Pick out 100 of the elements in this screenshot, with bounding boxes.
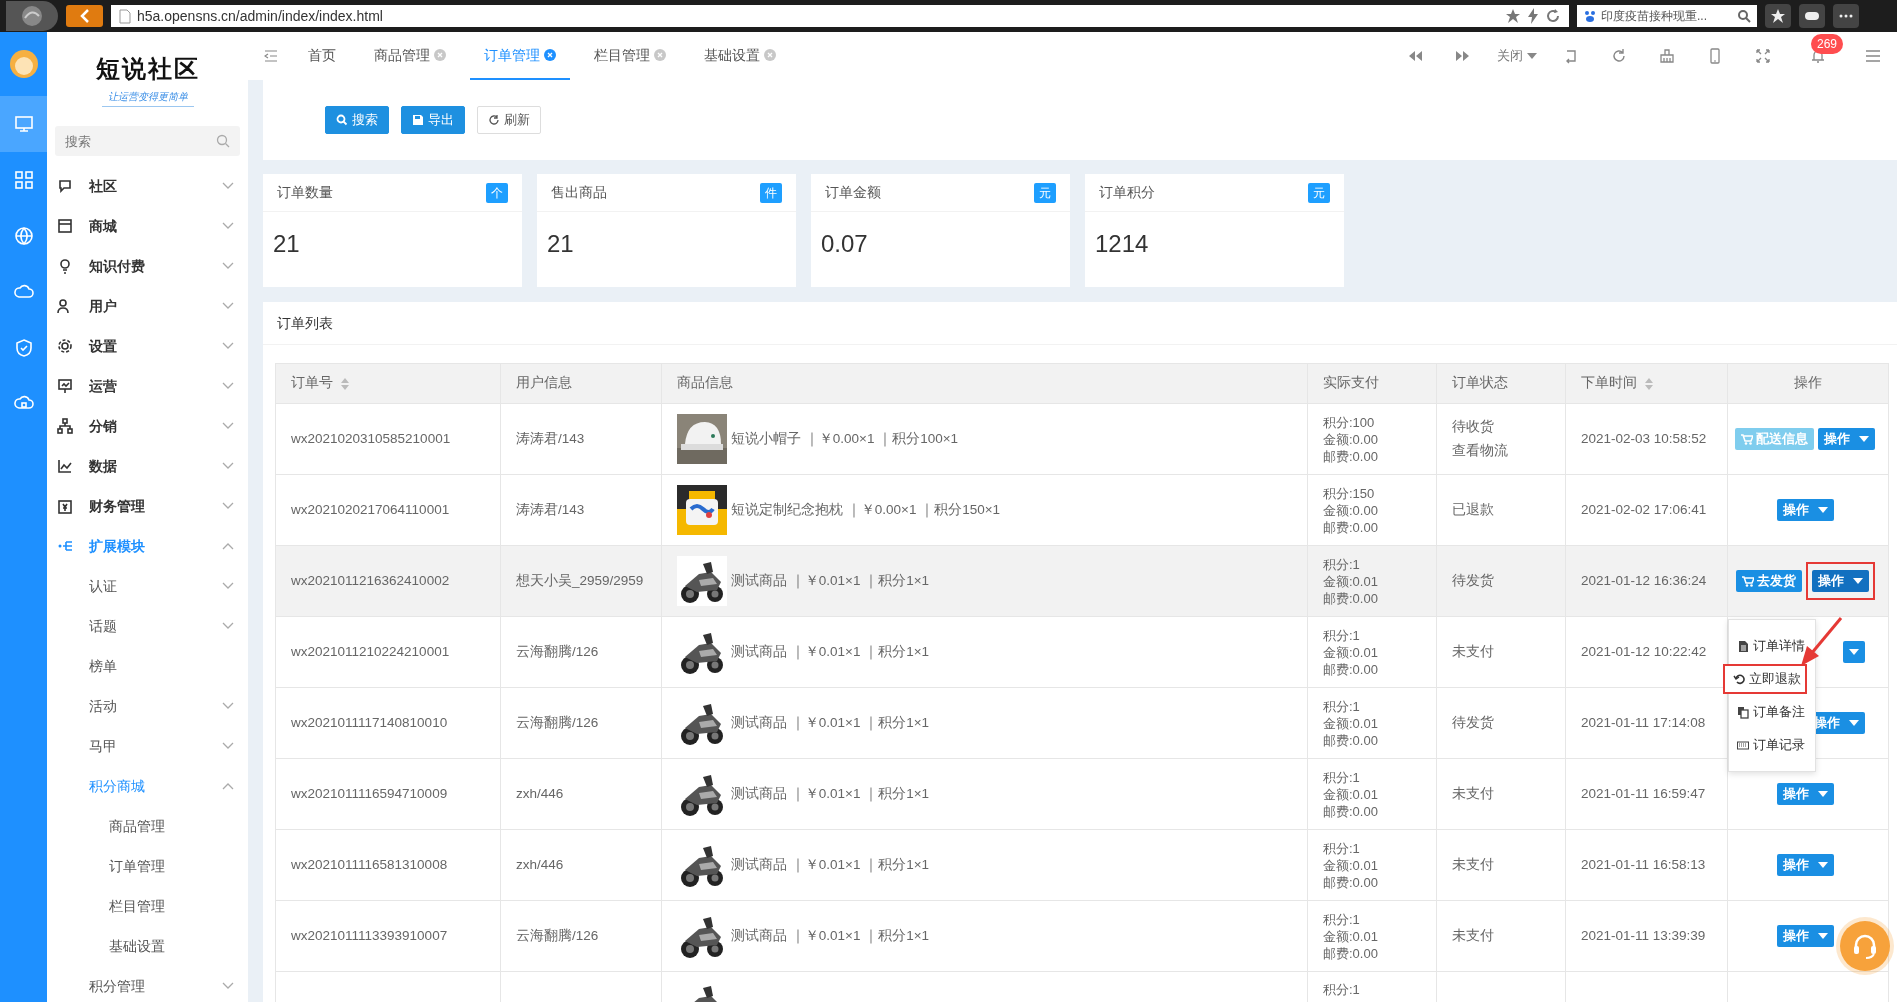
order-number: wx2021011210224210001 (275, 616, 501, 688)
user-info: 涛涛君/143 (500, 403, 662, 475)
product-info: 测试商品 ｜￥0.01×1 ｜积分1×1 (731, 926, 930, 946)
payment-line: 邮费:0.00 (1323, 518, 1379, 536)
column-header[interactable]: 下单时间 (1565, 363, 1728, 404)
sidebar-item[interactable]: 社区 (47, 166, 248, 206)
payment-line: 金额:0.00 (1323, 430, 1379, 448)
search-icon (336, 114, 348, 126)
reload-icon[interactable] (1545, 8, 1561, 24)
line-chart-icon (57, 458, 73, 474)
refresh-icon (1611, 48, 1627, 64)
unit-tag: 元 (1308, 182, 1330, 203)
payment-line: 金额:0.00 (1323, 501, 1379, 519)
close-icon[interactable] (764, 49, 776, 61)
sidebar-item[interactable]: 马甲 (47, 726, 248, 766)
tab[interactable]: 栏目管理 (580, 32, 680, 80)
cart-icon (1741, 433, 1753, 445)
column-header[interactable]: 订单号 (275, 363, 501, 404)
caret-icon (1817, 933, 1828, 939)
refresh-button[interactable]: 刷新 (477, 106, 541, 134)
caret-icon (1817, 507, 1828, 513)
search-field[interactable]: 搜索 (55, 126, 240, 156)
sidebar-item[interactable]: 知识付费 (47, 246, 248, 286)
lightning-icon[interactable] (1527, 8, 1539, 24)
sidebar-item[interactable]: 话题 (47, 606, 248, 646)
calendar-icon (57, 498, 73, 514)
document-icon (1737, 639, 1749, 653)
product-info: 短说定制纪念抱枕 ｜￥0.00×1 ｜积分150×1 (731, 500, 1001, 520)
actions-dropdown-button[interactable] (1843, 641, 1865, 663)
order-status: 待发货 (1452, 714, 1495, 732)
sidebar-item[interactable]: 商品管理 (47, 806, 248, 846)
menu-item[interactable]: 立即退款 (1723, 664, 1807, 694)
browser-logo-icon[interactable] (20, 4, 44, 28)
undo-icon (1733, 672, 1745, 686)
back-button[interactable] (66, 5, 103, 27)
broom-icon (1659, 48, 1675, 64)
column-header: 操作 (1727, 363, 1889, 404)
sidebar-item[interactable]: 认证 (47, 566, 248, 606)
grid-icon[interactable] (13, 170, 34, 190)
sidebar-item[interactable]: 设置 (47, 326, 248, 366)
payment-line: 积分:100 (1323, 413, 1376, 431)
user-info: 涛涛君/143 (500, 474, 662, 546)
close-icon[interactable] (544, 49, 556, 61)
product-info: 测试商品 ｜￥0.01×1 ｜积分1×1 (731, 713, 930, 733)
caret-icon (1527, 53, 1537, 59)
sidebar-item[interactable]: 用户 (47, 286, 248, 326)
sidebar-item[interactable]: 分销 (47, 406, 248, 446)
tab[interactable]: 首页 (294, 32, 350, 80)
cart-icon (1741, 575, 1754, 587)
order-time: 2021-01-11 13:39:39 (1565, 900, 1728, 972)
product-info: 测试商品 ｜￥0.01×1 ｜积分1×1 (731, 571, 930, 591)
sidebar-item[interactable]: 积分管理 (47, 966, 248, 1002)
payment-line: 金额:0.01 (1323, 572, 1379, 590)
payment-line: 金额:0.01 (1323, 643, 1379, 661)
order-number: wx2021011116594710009 (275, 758, 501, 830)
phone-icon (1707, 48, 1723, 64)
payment-line: 积分:1 (1323, 981, 1361, 998)
search-field[interactable]: 印度疫苗接种现重... (1577, 5, 1757, 27)
close-icon[interactable] (654, 49, 666, 61)
order-number: wx2021020217064110001 (275, 474, 501, 546)
unit-tag: 个 (486, 182, 508, 203)
sidebar-item[interactable]: 栏目管理 (47, 886, 248, 926)
tab[interactable]: 基础设置 (690, 32, 790, 80)
actions-dropdown-button[interactable]: 操作 (1811, 570, 1869, 592)
sidebar-item[interactable]: 订单管理 (47, 846, 248, 886)
presentation-icon (57, 378, 73, 394)
stat-value: 21 (546, 229, 575, 259)
sidebar-item[interactable]: 活动 (47, 686, 248, 726)
star-icon[interactable] (1770, 8, 1786, 24)
order-status: 未支付 (1452, 856, 1495, 874)
sidebar-item[interactable]: 运营 (47, 366, 248, 406)
payment-line: 积分:1 (1323, 910, 1361, 928)
product-info: 测试商品 ｜￥0.01×1 ｜积分1×1 (731, 642, 930, 662)
monitor-icon[interactable] (13, 114, 34, 134)
user-info: 云海翻腾/126 (500, 616, 662, 688)
payment-line: 邮费:0.00 (1323, 873, 1379, 891)
sidebar-item[interactable]: 商城 (47, 206, 248, 246)
sidebar-item[interactable]: 财务管理 (47, 486, 248, 526)
payment-line: 积分:1 (1323, 626, 1361, 644)
sidebar-item[interactable]: 基础设置 (47, 926, 248, 966)
payment-line: 邮费:0.00 (1323, 589, 1379, 607)
tab[interactable]: 商品管理 (360, 32, 460, 80)
globe-icon[interactable] (13, 226, 34, 246)
stat-value: 1214 (1094, 229, 1150, 259)
gear-icon (57, 338, 73, 354)
avatar-icon[interactable] (8, 49, 39, 79)
sidebar-item[interactable]: 数据 (47, 446, 248, 486)
order-time: 2021-02-03 10:58:52 (1565, 403, 1728, 475)
star-icon[interactable] (1505, 8, 1521, 24)
paw-icon (1583, 9, 1597, 23)
network-icon (57, 418, 73, 434)
close-icon[interactable] (434, 49, 446, 61)
copy-icon (1737, 705, 1749, 719)
order-time: 2021-01-12 16:36:24 (1565, 545, 1728, 617)
column-header: 订单状态 (1436, 363, 1566, 404)
sidebar-item[interactable]: 榜单 (47, 646, 248, 686)
close-menu-button[interactable]: 关闭 (1487, 32, 1547, 80)
address-bar[interactable]: h5a.opensns.cn/admin/index/index.html (111, 5, 1569, 27)
unit-tag: 件 (760, 182, 782, 203)
shield-check-icon[interactable] (13, 338, 34, 358)
